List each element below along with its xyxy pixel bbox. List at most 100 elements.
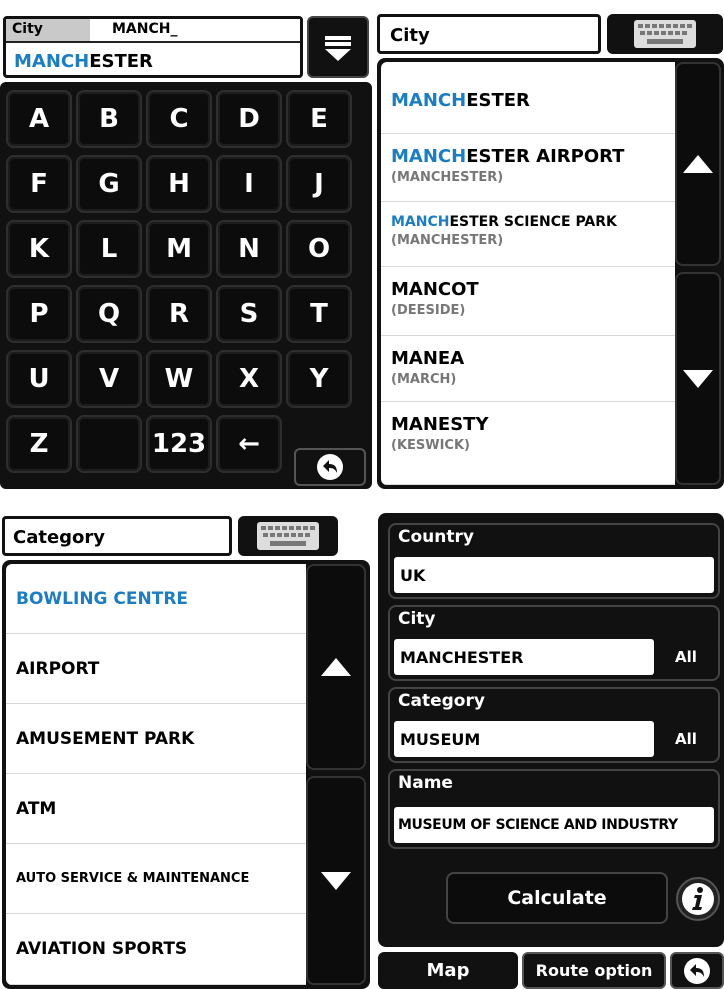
category-list-screen: Category BOWLING CENTRE AIRPORT AMUSEMENT … xyxy=(0,511,372,989)
back-button[interactable] xyxy=(294,448,366,486)
category-label: AMUSEMENT PARK xyxy=(16,728,195,749)
key-numbers[interactable]: 123 xyxy=(146,415,212,473)
city-all-button[interactable]: All xyxy=(657,639,715,675)
category-all-button[interactable]: All xyxy=(657,721,715,757)
key-q[interactable]: Q xyxy=(76,285,142,343)
key-p[interactable]: P xyxy=(6,285,72,343)
back-arrow-icon xyxy=(684,957,710,984)
key-m[interactable]: M xyxy=(146,220,212,278)
city-input-box[interactable]: City MANCH_ MANCHESTER xyxy=(3,16,303,78)
scroll-up-button[interactable] xyxy=(306,564,366,770)
category-label: AVIATION SPORTS xyxy=(16,939,188,959)
city-value: MANCHESTER xyxy=(394,639,654,675)
keypad: A B C D E F G H I J K L M N O P Q R S T U V W X Y Z 123 ← xyxy=(0,82,372,489)
key-j[interactable]: J xyxy=(286,155,352,213)
keyboard-icon xyxy=(634,20,696,48)
key-blank[interactable] xyxy=(76,415,142,473)
city-region: (DEESIDE) xyxy=(391,303,466,318)
scroll-up-button[interactable] xyxy=(675,62,721,266)
search-summary-screen: Country UK City MANCHESTER All Category … xyxy=(378,511,724,989)
city-name-match: MANCH xyxy=(391,90,467,111)
city-name-match: MANCH xyxy=(391,214,450,230)
city-field[interactable]: City MANCHESTER All xyxy=(388,605,720,681)
key-o[interactable]: O xyxy=(286,220,352,278)
city-name-rest: MANESTY xyxy=(391,414,489,435)
key-s[interactable]: S xyxy=(216,285,282,343)
city-list-container: MANCHESTER MANCHESTER AIRPORT (MANCHESTER)… xyxy=(377,58,724,489)
autocomplete-suggestion[interactable]: MANCHESTER xyxy=(14,51,153,72)
city-region: (KESWICK) xyxy=(391,438,470,453)
key-k[interactable]: K xyxy=(6,220,72,278)
city-name: MANCHESTER xyxy=(391,90,675,111)
suggestion-match: MANCH xyxy=(14,51,90,72)
category-list-item[interactable]: AIRPORT xyxy=(6,634,306,704)
scroll-down-button[interactable] xyxy=(675,272,721,485)
category-list-item[interactable]: AVIATION SPORTS xyxy=(6,914,306,985)
city-list-item[interactable]: MANCHESTER SCIENCE PARK (MANCHESTER) xyxy=(381,202,675,267)
category-list-item[interactable]: AMUSEMENT PARK xyxy=(6,704,306,774)
city-list-item[interactable]: MANCHESTER xyxy=(381,62,675,134)
key-b[interactable]: B xyxy=(76,90,142,148)
city-field[interactable]: City xyxy=(377,14,601,54)
key-e[interactable]: E xyxy=(286,90,352,148)
city-name: MANCOT xyxy=(391,279,675,300)
country-field[interactable]: Country UK xyxy=(388,523,720,599)
key-l[interactable]: L xyxy=(76,220,142,278)
city-input-header: City MANCH_ xyxy=(6,19,300,43)
city-name: MANCHESTER AIRPORT xyxy=(391,146,675,167)
key-z[interactable]: Z xyxy=(6,415,72,473)
calculate-button[interactable]: Calculate xyxy=(446,872,668,924)
up-arrow-icon xyxy=(321,658,351,676)
map-button[interactable]: Map xyxy=(378,952,518,989)
key-w[interactable]: W xyxy=(146,350,212,408)
key-f[interactable]: F xyxy=(6,155,72,213)
category-label: AIRPORT xyxy=(16,658,100,679)
city-list-item[interactable]: MANCHESTER AIRPORT (MANCHESTER) xyxy=(381,134,675,202)
key-t[interactable]: T xyxy=(286,285,352,343)
route-option-button[interactable]: Route option xyxy=(522,952,666,989)
list-dropdown-icon xyxy=(325,36,351,61)
show-list-button[interactable] xyxy=(307,16,369,78)
key-g[interactable]: G xyxy=(76,155,142,213)
scroll-down-button[interactable] xyxy=(306,776,366,985)
category-label: Category xyxy=(398,691,485,711)
key-v[interactable]: V xyxy=(76,350,142,408)
key-r[interactable]: R xyxy=(146,285,212,343)
down-arrow-icon xyxy=(683,369,713,388)
field-label: City xyxy=(6,19,90,41)
category-field[interactable]: Category MUSEUM All xyxy=(388,687,720,763)
key-backspace[interactable]: ← xyxy=(216,415,282,473)
key-h[interactable]: H xyxy=(146,155,212,213)
key-n[interactable]: N xyxy=(216,220,282,278)
city-region: (MARCH) xyxy=(391,372,457,387)
city-label: City xyxy=(398,609,436,629)
info-button[interactable] xyxy=(676,877,720,921)
city-region: (MANCHESTER) xyxy=(391,170,504,185)
category-list-item[interactable]: AUTO SERVICE & MAINTENANCE xyxy=(6,844,306,914)
city-name-match: MANCH xyxy=(391,146,467,167)
city-name: MANESTY xyxy=(391,414,675,435)
city-name: MANEA xyxy=(391,348,675,369)
city-list-item[interactable]: MANEA (MARCH) xyxy=(381,336,675,402)
city-name-rest: MANCOT xyxy=(391,279,479,300)
back-button[interactable] xyxy=(670,952,724,989)
keyboard-button[interactable] xyxy=(238,516,338,556)
key-u[interactable]: U xyxy=(6,350,72,408)
city-region: (MANCHESTER) xyxy=(391,233,504,248)
city-list-item[interactable]: MANESTY (KESWICK) xyxy=(381,402,675,485)
key-c[interactable]: C xyxy=(146,90,212,148)
city-list-screen: City MANCHESTER MANCHESTER AIRPORT (MANCHE… xyxy=(375,0,724,489)
category-list-item[interactable]: BOWLING CENTRE xyxy=(6,564,306,634)
city-list-item[interactable]: MANCOT (DEESIDE) xyxy=(381,267,675,336)
name-label: Name xyxy=(398,773,453,793)
category-list-item[interactable]: ATM xyxy=(6,774,306,844)
keyboard-button[interactable] xyxy=(607,14,723,54)
category-field[interactable]: Category xyxy=(2,516,232,556)
key-i[interactable]: I xyxy=(216,155,282,213)
keyboard-icon xyxy=(257,522,319,550)
name-field[interactable]: Name MUSEUM OF SCIENCE AND INDUSTRY xyxy=(388,769,720,849)
key-a[interactable]: A xyxy=(6,90,72,148)
key-x[interactable]: X xyxy=(216,350,282,408)
key-d[interactable]: D xyxy=(216,90,282,148)
key-y[interactable]: Y xyxy=(286,350,352,408)
